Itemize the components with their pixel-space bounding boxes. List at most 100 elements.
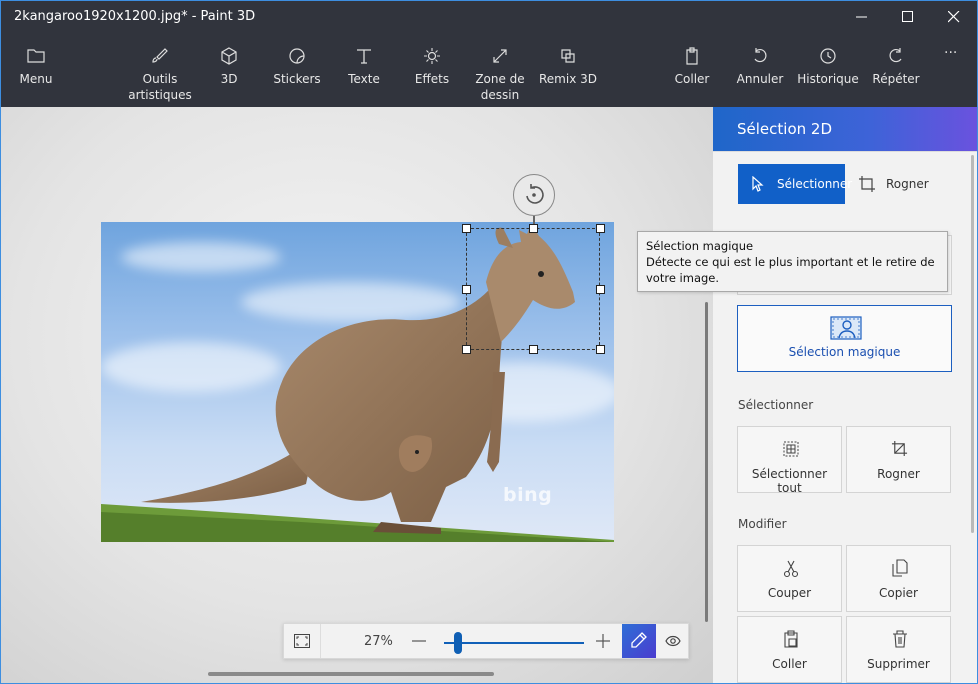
text-label: Texte [348,72,380,86]
zoom-percentage[interactable]: 27% [364,634,393,649]
maximize-icon [902,11,913,22]
canvas-label-line2: dessin [480,88,520,102]
undo-button[interactable]: Annuler [733,33,787,107]
magic-select-tooltip: Sélection magique Détecte ce qui est le … [637,231,948,292]
minus-icon [412,640,426,642]
magic-select-person-icon [830,316,862,340]
edit-mode-button[interactable] [622,624,656,658]
vertical-scrollbar[interactable] [705,302,708,622]
stickers-label: Stickers [273,72,321,86]
selection-handle-top-left[interactable] [462,224,471,233]
fit-screen-icon [294,634,310,648]
cut-button[interactable]: Couper [737,545,842,612]
bing-watermark: bing [503,484,553,506]
panel-scrollbar[interactable] [971,155,974,533]
window-title: 2kangaroo1920x1200.jpg* - Paint 3D [14,9,256,24]
select-tool-label: Sélectionner [777,177,853,191]
rotate-icon [525,183,544,204]
crop-card-button[interactable]: Rogner [846,426,951,493]
select-all-icon [783,441,799,457]
maximize-button[interactable] [885,1,931,33]
resize-arrows-icon [493,49,507,63]
folder-icon [27,49,45,63]
remix3d-button[interactable]: Remix 3D [537,33,599,107]
history-label: Historique [797,72,859,86]
history-button[interactable]: Historique [797,33,859,107]
sun-icon [424,48,440,64]
select-section-title: Sélectionner [738,398,814,412]
effects-button[interactable]: Effets [407,33,457,107]
selection-handle-top[interactable] [529,224,538,233]
sticker-icon [289,48,305,64]
zoom-slider-track[interactable] [444,642,584,644]
panel-header: Sélection 2D [713,107,977,151]
view-mode-button[interactable] [656,624,690,658]
drawing-canvas-area[interactable]: bing 27% [1,107,713,683]
canvas-button[interactable]: Zone de dessin [471,33,529,107]
history-clock-icon [820,48,836,64]
effects-label: Effets [414,72,450,86]
minimize-button[interactable] [839,1,885,33]
plus-icon [596,634,610,648]
rotate-handle[interactable] [513,174,555,216]
selection-handle-right[interactable] [596,285,605,294]
menu-button[interactable]: Menu [11,33,61,107]
menu-label: Menu [19,72,53,86]
cut-label: Couper [767,586,812,600]
close-button[interactable] [931,1,977,33]
zoom-toolbar: 27% [283,623,689,659]
selection-handle-bottom-left[interactable] [462,345,471,354]
crop-tool-label: Rogner [886,177,929,191]
trash-icon [893,630,907,648]
redo-icon [889,48,902,63]
copy-icon [892,559,908,577]
tooltip-title: Sélection magique [646,239,754,253]
crop-icon [859,176,875,192]
selection-handle-left[interactable] [462,285,471,294]
3d-shapes-button[interactable]: 3D [209,33,249,107]
redo-label: Répéter [872,72,920,86]
redo-button[interactable]: Répéter [869,33,923,107]
zoom-slider-thumb[interactable] [454,632,462,654]
undo-label: Annuler [736,72,784,86]
art-tools-label-line1: Outils [142,72,178,86]
stickers-button[interactable]: Stickers [269,33,325,107]
clipboard-icon [686,47,698,65]
cursor-arrow-icon [752,176,764,192]
selection-rectangle[interactable] [466,228,600,350]
eye-icon [665,635,681,647]
select-tool-button[interactable]: Sélectionner [738,164,852,204]
paste-clipboard-icon [784,630,798,648]
selection-handle-bottom-right[interactable] [596,345,605,354]
paint3d-window: 2kangaroo1920x1200.jpg* - Paint 3D Menu … [0,0,978,684]
paste-button[interactable]: Coller [737,616,842,683]
fit-to-window-button[interactable] [284,624,320,658]
art-tools-button[interactable]: Outils artistiques [125,33,195,107]
paste-ribbon-label: Coller [674,72,710,86]
select-all-button[interactable]: Sélectionner tout [737,426,842,495]
modify-section-title: Modifier [738,517,787,531]
crop-tool-button[interactable]: Rogner [854,164,954,204]
zoom-out-button[interactable] [408,631,430,651]
selection-handle-bottom[interactable] [529,345,538,354]
brush-icon [152,48,168,63]
zoom-in-button[interactable] [592,631,614,651]
paste-ribbon-button[interactable]: Coller [669,33,715,107]
select-all-label: Sélectionner tout [751,467,828,495]
magic-select-button[interactable]: Sélection magique [737,305,952,372]
selection-handle-top-right[interactable] [596,224,605,233]
close-icon [948,11,960,23]
delete-button[interactable]: Supprimer [846,616,951,683]
pencil-icon [631,632,647,648]
scissors-icon [783,560,799,578]
magic-select-label: Sélection magique [788,345,901,359]
text-button[interactable]: Texte [341,33,387,107]
horizontal-scrollbar[interactable] [208,672,494,676]
canvas-label-line1: Zone de [475,72,525,86]
selection-2d-panel: Sélection 2D Sélectionner Rogner Sélecti… [713,107,977,683]
more-options-button[interactable]: ··· [939,33,969,107]
copy-button[interactable]: Copier [846,545,951,612]
copy-label: Copier [879,586,918,600]
minimize-icon [856,16,867,18]
remix3d-label: Remix 3D [539,72,597,86]
